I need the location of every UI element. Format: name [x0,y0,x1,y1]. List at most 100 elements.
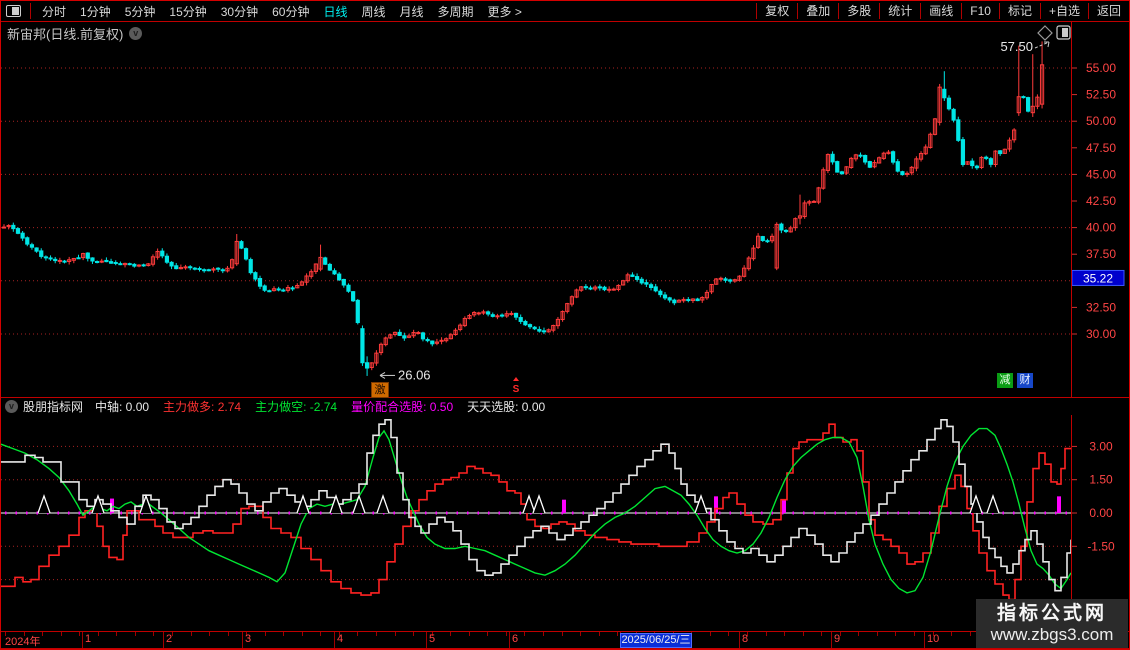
tool-复权[interactable]: 复权 [756,3,797,19]
week-tick [134,632,136,636]
year-label: 2024年 [5,636,41,648]
month-line [426,632,427,648]
price-axis-label: 52.50 [1086,88,1116,102]
timeframe-多周期[interactable]: 多周期 [431,3,481,20]
month-label: 10 [927,633,940,645]
week-tick [876,632,878,636]
price-axis-label: 40.00 [1086,221,1116,235]
diamond-icon [1037,25,1053,41]
event-badge[interactable]: 激 [371,382,389,398]
week-tick [283,632,285,636]
indicator-panel[interactable]: 3.00 1.50 0.00 -1.50 [1,415,1130,631]
timeframe-1分钟[interactable]: 1分钟 [73,3,118,20]
week-tick [450,632,452,636]
timeframe-bar: 分时 1分钟 5分钟 15分钟 30分钟 60分钟 日线 周线 月线 多周期 更多 > [1,1,529,21]
week-tick [227,632,229,636]
page-title: 新宙邦(日线.前复权) [7,27,124,42]
price-axis-label: 42.50 [1086,194,1116,208]
week-tick [264,632,266,636]
week-tick [617,632,619,636]
fund-out-badge[interactable]: 减 [997,373,1013,388]
week-tick [542,632,544,636]
month-line [924,632,925,648]
month-line [82,632,83,648]
week-tick [765,632,767,636]
fund-in-badge[interactable]: 财 [1017,373,1033,388]
tool-画线[interactable]: 画线 [920,3,961,19]
week-tick [561,632,563,636]
watermark-title: 指标公式网 [996,602,1107,624]
chevron-down-icon[interactable]: v [129,27,143,40]
month-line [242,632,243,648]
timeframe-30分钟[interactable]: 30分钟 [214,3,265,20]
month-label: 3 [245,633,252,645]
timeframe-60分钟[interactable]: 60分钟 [265,3,316,20]
week-tick [116,632,118,636]
top-toolbar: 分时 1分钟 5分钟 15分钟 30分钟 60分钟 日线 周线 月线 多周期 更多 > 复权 叠加 多股… [1,1,1129,22]
month-line [509,632,510,648]
main-chart-panel[interactable]: 55.00 52.50 50.00 47.50 45.00 42.50 40.00 37.50… [1,21,1130,398]
week-tick [42,632,44,636]
indicator-axis-label: 0.00 [1089,506,1113,520]
timeframe-15分钟[interactable]: 15分钟 [162,3,213,20]
week-tick [153,632,155,636]
week-tick [951,632,953,636]
window-layout-icon[interactable] [6,5,21,17]
tool-叠加[interactable]: 叠加 [797,3,838,19]
month-line [163,632,164,648]
indicator-axis-label: 3.00 [1089,439,1113,453]
month-label: 6 [512,633,519,645]
month-label: 9 [834,633,841,645]
week-tick [858,632,860,636]
month-line [831,632,832,648]
timeframe-周线[interactable]: 周线 [354,3,392,20]
price-axis-label: 30.00 [1086,327,1116,341]
timeframe-5分钟[interactable]: 5分钟 [118,3,163,20]
month-line [739,632,740,648]
indicator-field-量价配合选股: 量价配合选股: 0.50 [351,400,454,414]
price-axis-label: 47.50 [1086,141,1116,155]
week-tick [821,632,823,636]
week-tick [79,632,81,636]
month-line [334,632,335,648]
week-tick [357,632,359,636]
month-label: 5 [429,633,436,645]
chart-title-row: 新宙邦(日线.前复权) v [7,24,143,43]
tool-F10[interactable]: F10 [961,3,999,19]
indicator-axis-label: 1.50 [1089,473,1113,487]
price-axis-label: 45.00 [1086,167,1116,181]
panel-icon [1062,28,1068,37]
chevron-down-icon[interactable]: v [5,400,18,413]
week-tick [913,632,915,636]
timeframe-月线[interactable]: 月线 [393,3,431,20]
week-tick [524,632,526,636]
tool-统计[interactable]: 统计 [879,3,920,19]
tool-标记[interactable]: 标记 [998,3,1040,19]
toolbar-divider [30,3,31,19]
week-tick [209,632,211,636]
week-tick [97,632,99,636]
week-tick [320,632,322,636]
dividend-marker[interactable]: S [513,384,520,395]
last-price-marker: 35.22 [1083,271,1113,285]
indicator-source: v 股朋指标网 [5,398,83,415]
indicator-field-中轴: 中轴: 0.00 [95,400,150,414]
tool-多股[interactable]: 多股 [838,3,879,19]
price-axis-label: 50.00 [1086,114,1116,128]
week-tick [301,632,303,636]
indicator-field-天天选股: 天天选股: 0.00 [467,400,546,414]
timeframe-更多 >[interactable]: 更多 > [481,3,529,20]
timeframe-分时[interactable]: 分时 [35,3,73,20]
week-tick [709,632,711,636]
week-tick [728,632,730,636]
time-axis[interactable]: 2024年 1 2 3 4 5 6 8 9 10 2025/06/25/三 [1,631,1129,649]
indicator-canvas[interactable]: 3.00 1.50 0.00 -1.50 [1,415,1130,631]
candlestick-canvas[interactable]: 55.00 52.50 50.00 47.50 45.00 42.50 40.00 37.50… [1,21,1130,397]
week-tick [60,632,62,636]
indicator-axis-label: -1.50 [1087,539,1115,553]
indicator-header: v 股朋指标网 中轴: 0.00 主力做多: 2.74 主力做空: -2.74 量价配… [1,397,1129,415]
tool-返回[interactable]: 返回 [1087,3,1129,19]
tool-+自选[interactable]: +自选 [1039,3,1088,19]
timeframe-日线[interactable]: 日线 [316,3,354,20]
high-annotation: 57.50 [1000,39,1033,54]
